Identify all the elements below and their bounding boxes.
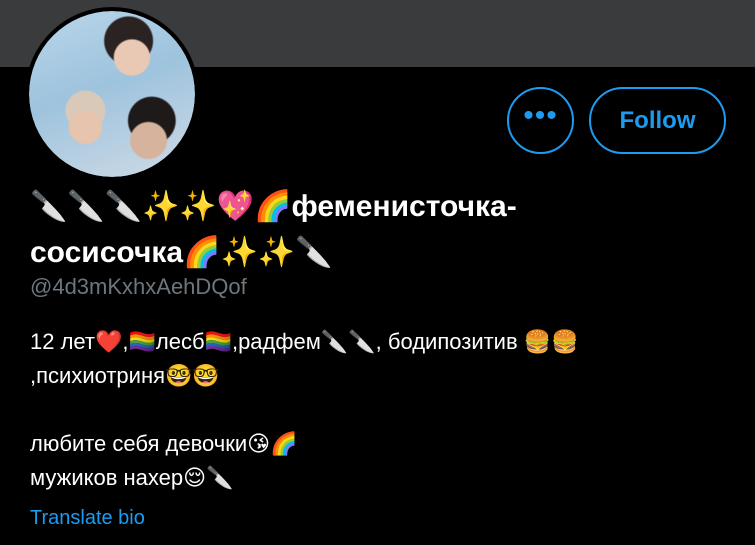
avatar-photo: [29, 11, 195, 177]
bio-line-5: мужиков нахер😌🔪: [30, 465, 234, 490]
display-name-line-2: сосисочка🌈✨✨🔪: [30, 236, 333, 269]
more-dots-icon: •••: [523, 98, 558, 132]
follow-button[interactable]: Follow: [589, 87, 726, 154]
bio-line-1: 12 лет❤️,🏳️‍🌈лесб🏳️‍🌈,радфем🔪🔪, бодипози…: [30, 329, 579, 354]
bio-line-4: любите себя девочки😘🌈: [30, 431, 298, 456]
profile-avatar[interactable]: [25, 7, 199, 181]
display-name-line-1: 🔪🔪🔪✨✨💖🌈фемeнисточка-: [30, 190, 517, 223]
profile-bio: 12 лет❤️,🏳️‍🌈лесб🏳️‍🌈,радфем🔪🔪, бодипози…: [30, 325, 730, 495]
user-handle: @4d3mKxhxAehDQof: [30, 274, 247, 299]
display-name: 🔪🔪🔪✨✨💖🌈фемeнисточка- сосисочка🌈✨✨🔪: [30, 184, 730, 276]
more-options-button[interactable]: •••: [507, 87, 574, 154]
bio-line-3: [30, 393, 730, 427]
bio-line-2: ,психиотриня🤓🤓: [30, 363, 220, 388]
translate-bio-link[interactable]: Translate bio: [30, 507, 145, 530]
